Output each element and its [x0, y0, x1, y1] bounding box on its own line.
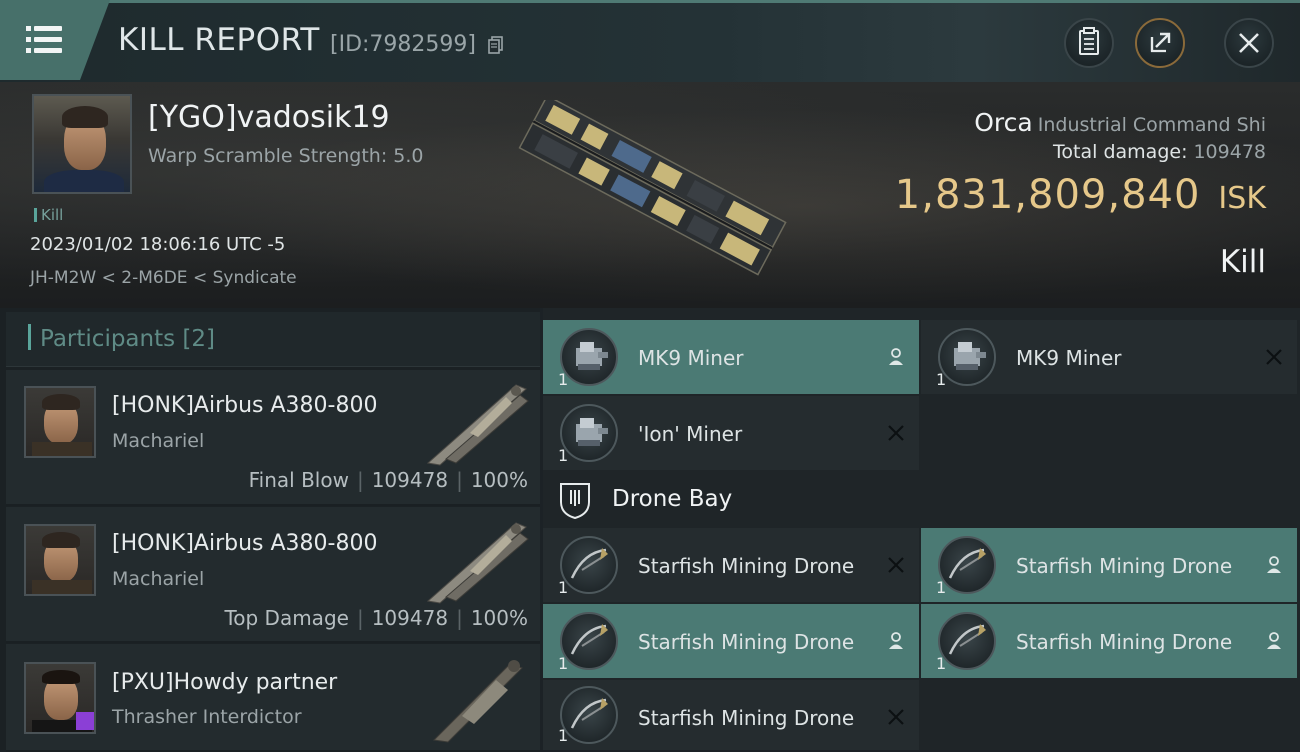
kill-result: Kill	[1219, 244, 1266, 280]
participants-accent-bar	[28, 324, 31, 350]
mining-drone-icon	[560, 536, 618, 594]
participant-ship: Thrasher Interdictor	[112, 706, 302, 728]
destroyed-x-icon	[888, 709, 904, 725]
thrasher-ship-image	[432, 660, 523, 743]
kill-location[interactable]: JH-M2W < 2-M6DE < Syndicate	[30, 268, 297, 288]
clipboard-button[interactable]	[1064, 18, 1114, 68]
drone-label: Starfish Mining Drone	[638, 554, 855, 578]
kill-datetime: 2023/01/02 18:06:16 UTC -5	[30, 234, 286, 255]
machariel-ship-image	[426, 384, 529, 466]
participant-name[interactable]: [HONK]Airbus A380-800	[112, 531, 377, 556]
report-id: [ID:7982599]	[330, 32, 476, 57]
person-icon	[1267, 632, 1281, 649]
victim-portrait[interactable]	[32, 94, 132, 194]
participant-percent: 100%	[470, 606, 528, 630]
participant-portrait[interactable]	[24, 386, 96, 458]
drone-quantity: 1	[558, 654, 569, 673]
close-button[interactable]	[1224, 18, 1274, 68]
module-label: MK9 Miner	[638, 346, 744, 370]
participant-name[interactable]: [HONK]Airbus A380-800	[112, 393, 377, 418]
mining-drone-icon	[560, 612, 618, 670]
person-icon	[889, 348, 903, 365]
close-icon	[1239, 33, 1259, 53]
module-label: MK9 Miner	[1016, 346, 1122, 370]
participant-stats: Final Blow | 109478 | 100%	[248, 468, 528, 492]
victim-name[interactable]: [YGO]vadosik19	[148, 100, 390, 135]
mining-laser-icon	[560, 404, 618, 462]
alliance-badge-icon	[76, 712, 94, 730]
participant-stats: Top Damage | 109478 | 100%	[224, 606, 528, 630]
person-icon	[1267, 556, 1281, 573]
isk-value: 1,831,809,840 ISK	[895, 172, 1266, 218]
share-button[interactable]	[1135, 18, 1185, 68]
destroyed-x-icon	[888, 425, 904, 441]
drone-bay-title: Drone Bay	[612, 486, 733, 512]
participants-title-label: Participants	[40, 326, 176, 352]
participant-portrait[interactable]	[24, 524, 96, 596]
victim-ship[interactable]: Orca Industrial Command Shi	[974, 108, 1266, 137]
drone-quantity: 1	[558, 578, 569, 597]
participant-ship: Machariel	[112, 568, 205, 590]
machariel-ship-image	[426, 522, 529, 604]
kill-tag-label: Kill	[41, 206, 64, 224]
module-quantity: 1	[558, 446, 569, 465]
clipboard-icon	[1079, 27, 1099, 55]
destroyed-x-icon	[1266, 349, 1282, 365]
participant-name[interactable]: [PXU]Howdy partner	[112, 670, 337, 695]
victim-ship-name: Orca	[974, 108, 1033, 137]
drone-label: Starfish Mining Drone	[638, 630, 855, 654]
total-damage-label: Total damage:	[1053, 141, 1188, 163]
participant-ship: Machariel	[112, 430, 205, 452]
victim-ship-class: Industrial Command Shi	[1037, 114, 1266, 136]
participant-role: Final Blow	[248, 468, 349, 492]
hamburger-menu-icon[interactable]	[26, 24, 64, 56]
copy-icon[interactable]	[488, 36, 504, 54]
mining-laser-icon	[938, 328, 996, 386]
kill-tag: Kill	[34, 206, 63, 224]
drone-quantity: 1	[936, 578, 947, 597]
mining-laser-icon	[560, 328, 618, 386]
page-title: KILL REPORT	[118, 22, 320, 58]
drone-label: Starfish Mining Drone	[1016, 630, 1233, 654]
participant-percent: 100%	[470, 468, 528, 492]
module-label: 'Ion' Miner	[638, 422, 743, 446]
drone-quantity: 1	[936, 654, 947, 673]
module-quantity: 1	[558, 370, 569, 389]
total-damage: Total damage: 109478	[1053, 141, 1266, 163]
participants-title: Participants [2]	[40, 326, 215, 352]
mining-drone-icon	[560, 686, 618, 744]
module-quantity: 1	[936, 370, 947, 389]
isk-unit: ISK	[1218, 181, 1266, 216]
participant-damage: 109478	[371, 606, 449, 630]
drone-bay-icon	[560, 483, 590, 520]
drone-label: Starfish Mining Drone	[638, 706, 855, 730]
mining-drone-icon	[938, 612, 996, 670]
warp-scramble-strength: Warp Scramble Strength: 5.0	[148, 145, 424, 167]
drone-label: Starfish Mining Drone	[1016, 554, 1233, 578]
victim-ship-image	[518, 100, 787, 276]
isk-amount: 1,831,809,840	[894, 172, 1201, 218]
participant-damage: 109478	[371, 468, 449, 492]
mining-drone-icon	[938, 536, 996, 594]
share-icon	[1150, 32, 1171, 53]
participants-count: [2]	[182, 326, 216, 352]
destroyed-x-icon	[888, 557, 904, 573]
drone-quantity: 1	[558, 726, 569, 745]
participant-role: Top Damage	[224, 606, 349, 630]
person-icon	[889, 632, 903, 649]
total-damage-value: 109478	[1193, 141, 1266, 163]
